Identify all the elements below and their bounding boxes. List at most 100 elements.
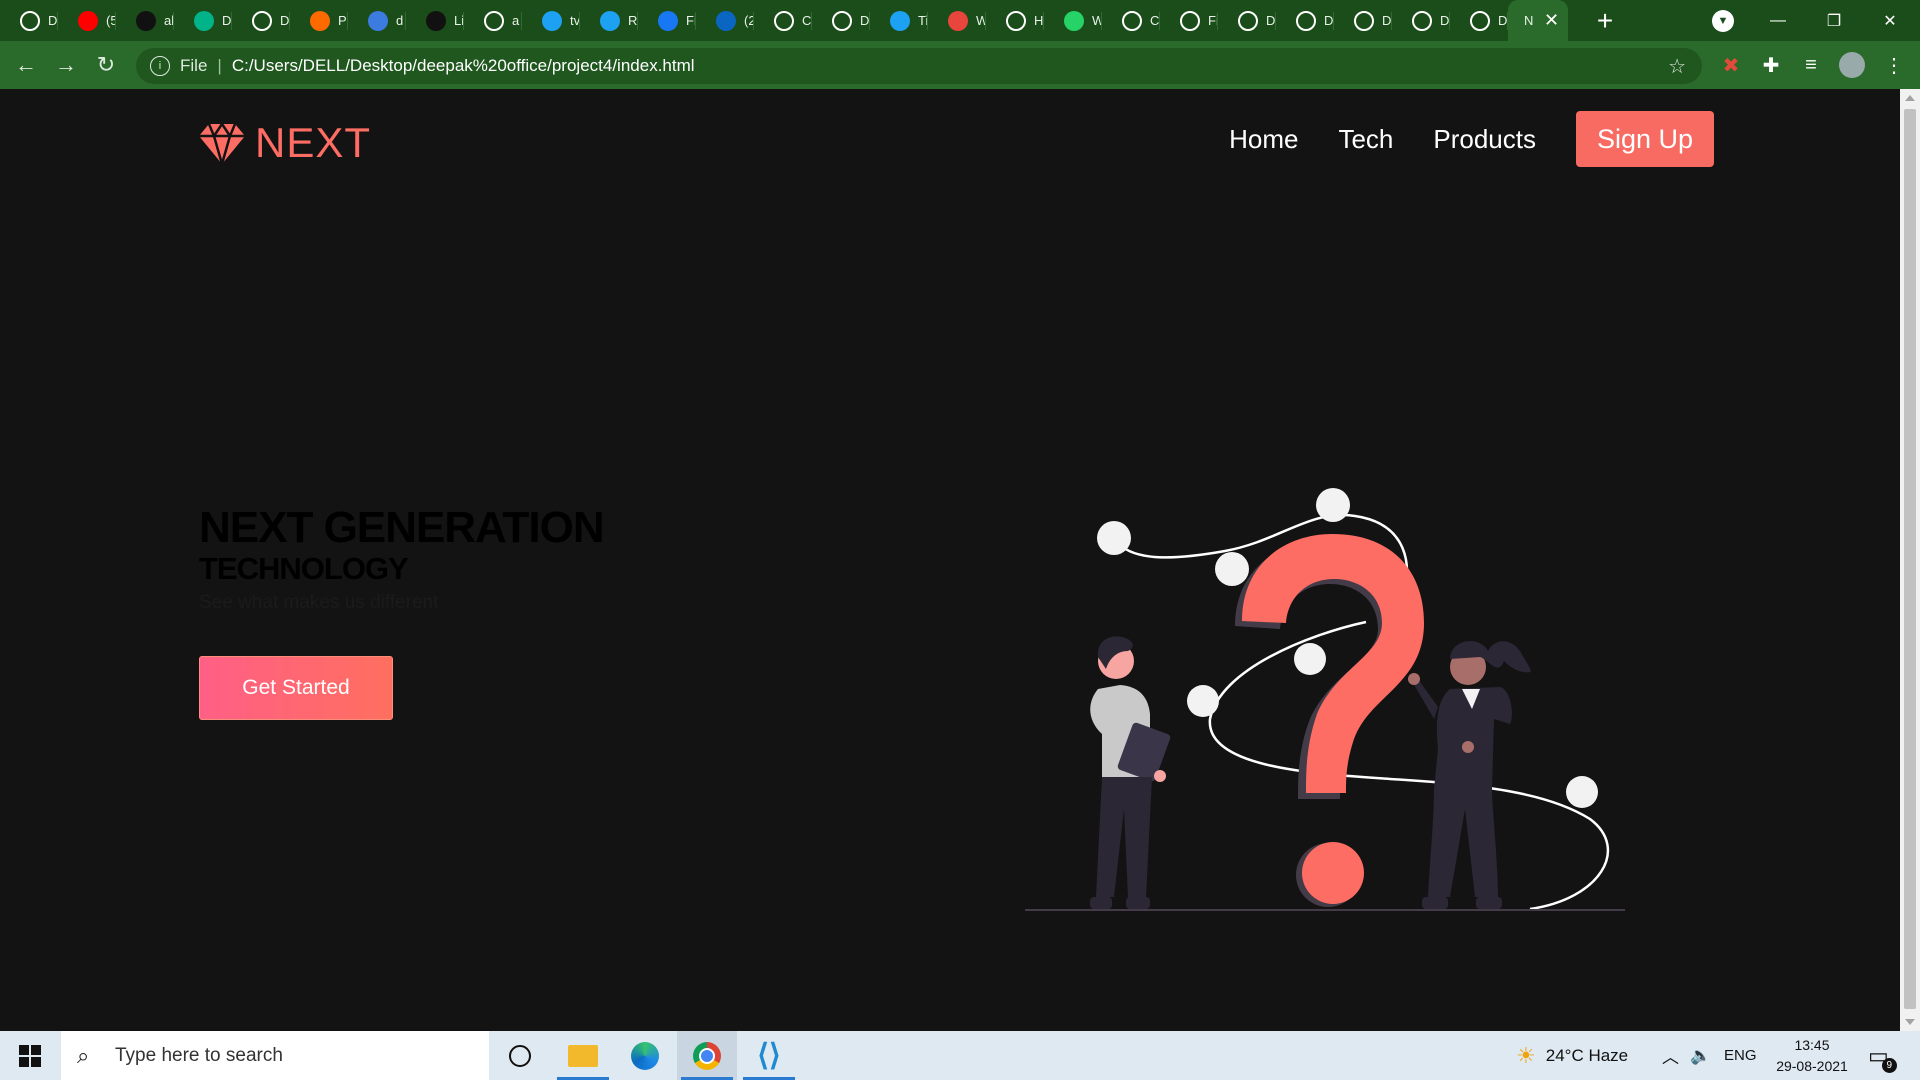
sign-up-button[interactable]: Sign Up [1576, 111, 1714, 167]
get-started-button[interactable]: Get Started [199, 656, 393, 720]
hero-tagline: See what makes us different [199, 592, 439, 613]
reload-icon[interactable]: ↻ [86, 45, 126, 85]
new-tab-button[interactable]: + [1590, 5, 1620, 37]
restore-button[interactable]: ❐ [1806, 0, 1862, 41]
minimize-button[interactable]: — [1750, 0, 1806, 41]
twitter-icon [890, 10, 910, 31]
cortana-icon[interactable] [490, 1031, 550, 1080]
language-indicator[interactable]: ENG [1724, 1031, 1757, 1080]
youtube-icon [78, 10, 98, 31]
facebook-icon [658, 10, 678, 31]
browser-tab[interactable]: H [986, 0, 1044, 41]
diamond-logo-icon [199, 122, 245, 164]
scroll-down-arrow-icon[interactable] [1905, 1019, 1915, 1025]
tab-close-icon[interactable]: ✕ [1544, 10, 1559, 31]
browser-tab[interactable]: D [1450, 0, 1508, 41]
c-icon [368, 10, 388, 31]
browser-tab[interactable]: a [464, 0, 522, 41]
chrome-globe-icon [1354, 10, 1374, 31]
menu-kebab-icon[interactable]: ⋮ [1878, 49, 1910, 81]
tab-active[interactable]: N ✕ [1508, 0, 1568, 41]
extension-icon[interactable]: ✖ [1715, 49, 1747, 81]
browser-tab[interactable]: Fi [638, 0, 696, 41]
browser-tab[interactable]: tv [522, 0, 580, 41]
browser-tab[interactable]: (5 [58, 0, 116, 41]
bookmark-star-icon[interactable]: ☆ [1668, 54, 1686, 79]
browser-toolbar: ← → ↻ i File | C:/Users/DELL/Desktop/dee… [0, 41, 1920, 89]
tab-search-icon[interactable]: ▼ [1712, 10, 1734, 32]
browser-tab[interactable]: (2 [696, 0, 754, 41]
browser-tab[interactable]: Li [406, 0, 464, 41]
scheme-label: File [180, 56, 208, 75]
web-page: NEXT Home Tech Products Sign Up NEXT GEN… [0, 89, 1900, 1031]
media-queue-icon[interactable]: ≡ [1795, 49, 1827, 81]
nav-tech-link[interactable]: Tech [1338, 124, 1393, 155]
browser-tab[interactable]: d [348, 0, 406, 41]
browser-tab[interactable]: D [1276, 0, 1334, 41]
brand-name: NEXT [255, 119, 372, 166]
hero-subtitle: TECHNOLOGY [199, 551, 409, 586]
search-placeholder: Type here to search [115, 1044, 283, 1066]
browser-tab[interactable]: Ti [870, 0, 928, 41]
twitter-icon [600, 10, 620, 31]
browser-tab[interactable]: R [580, 0, 638, 41]
taskbar-search-box[interactable]: ⌕ Type here to search [61, 1031, 489, 1080]
browser-tab[interactable]: D [232, 0, 290, 41]
page-scrollbar[interactable] [1900, 89, 1920, 1031]
notification-count-badge: 9 [1881, 1057, 1897, 1073]
back-arrow-icon[interactable]: ← [6, 45, 46, 85]
tab-title: N [1524, 13, 1534, 28]
notification-center-icon[interactable]: ▭ 9 [1868, 1031, 1897, 1080]
forward-arrow-icon[interactable]: → [46, 45, 86, 85]
windows-start-icon[interactable] [0, 1031, 60, 1080]
chrome-globe-icon [1238, 10, 1258, 31]
chrome-globe-icon [252, 10, 272, 31]
browser-tab[interactable]: W [928, 0, 986, 41]
volume-icon[interactable]: 🔈 [1690, 1031, 1711, 1080]
browser-tab[interactable]: Pi [290, 0, 348, 41]
extensions-puzzle-icon[interactable]: ✚ [1755, 49, 1787, 81]
nav-products-link[interactable]: Products [1433, 124, 1536, 155]
browser-tab[interactable]: al [116, 0, 174, 41]
alert-icon [948, 10, 968, 31]
vscode-icon[interactable]: ⟨⟩ [739, 1031, 799, 1080]
system-clock[interactable]: 13:45 29-08-2021 [1762, 1035, 1862, 1077]
chrome-globe-icon [1180, 10, 1200, 31]
weather-widget[interactable]: ☀ 24°C Haze [1516, 1031, 1628, 1080]
browser-tab[interactable]: D [1218, 0, 1276, 41]
twitter-icon [542, 10, 562, 31]
hero-title: NEXT GENERATION [199, 503, 605, 552]
scroll-up-arrow-icon[interactable] [1905, 95, 1915, 101]
browser-tab[interactable]: D [174, 0, 232, 41]
chrome-globe-icon [1470, 10, 1490, 31]
address-bar[interactable]: i File | C:/Users/DELL/Desktop/deepak%20… [136, 48, 1702, 84]
search-icon: ⌕ [77, 1042, 90, 1068]
glitch-icon [426, 10, 446, 31]
tray-chevron-icon[interactable]: ︿ [1662, 1031, 1679, 1080]
chrome-globe-icon [1296, 10, 1316, 31]
browser-tab[interactable]: Fi [1160, 0, 1218, 41]
file-explorer-icon[interactable] [553, 1031, 613, 1080]
brand-logo[interactable]: NEXT [199, 119, 371, 167]
chrome-icon[interactable] [677, 1031, 737, 1080]
browser-tab[interactable]: D [1334, 0, 1392, 41]
browser-tab[interactable]: D [1392, 0, 1450, 41]
browser-tab[interactable]: C [1102, 0, 1160, 41]
diamond-icon [194, 10, 214, 31]
tab-strip: D(5alDDPidLiatvRFi(2CDTiWHWCFiDDDDD N ✕ … [0, 0, 1920, 41]
close-window-button[interactable]: ✕ [1862, 0, 1918, 41]
chrome-globe-icon [1412, 10, 1432, 31]
info-icon[interactable]: i [150, 56, 170, 76]
browser-tab[interactable]: D [0, 0, 58, 41]
browser-tab[interactable]: D [812, 0, 870, 41]
question-mark-illustration [1025, 488, 1625, 911]
url-text[interactable]: C:/Users/DELL/Desktop/deepak%20office/pr… [232, 56, 695, 76]
chrome-globe-icon [774, 10, 794, 31]
edge-icon[interactable] [615, 1031, 675, 1080]
browser-tab[interactable]: W [1044, 0, 1102, 41]
nav-home-link[interactable]: Home [1229, 124, 1298, 155]
profile-avatar[interactable] [1836, 49, 1868, 81]
scrollbar-thumb[interactable] [1904, 109, 1916, 1009]
divider: | [217, 56, 222, 75]
browser-tab[interactable]: C [754, 0, 812, 41]
